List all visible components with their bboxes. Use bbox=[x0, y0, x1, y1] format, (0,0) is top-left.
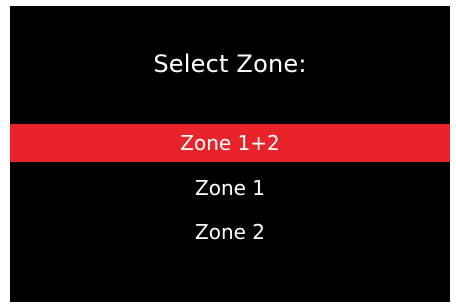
zone-select-screen: Select Zone: Zone 1+2 Zone 1 Zone 2 bbox=[10, 6, 450, 302]
menu-item-label: Zone 2 bbox=[195, 220, 265, 244]
menu-item-zone-2[interactable]: Zone 2 bbox=[10, 210, 450, 254]
menu-item-label: Zone 1 bbox=[195, 176, 265, 200]
zone-menu: Zone 1+2 Zone 1 Zone 2 bbox=[10, 124, 450, 254]
menu-item-zone-1-2[interactable]: Zone 1+2 bbox=[10, 124, 450, 162]
page-title: Select Zone: bbox=[153, 50, 307, 78]
menu-item-label: Zone 1+2 bbox=[180, 131, 280, 155]
menu-item-zone-1[interactable]: Zone 1 bbox=[10, 166, 450, 210]
